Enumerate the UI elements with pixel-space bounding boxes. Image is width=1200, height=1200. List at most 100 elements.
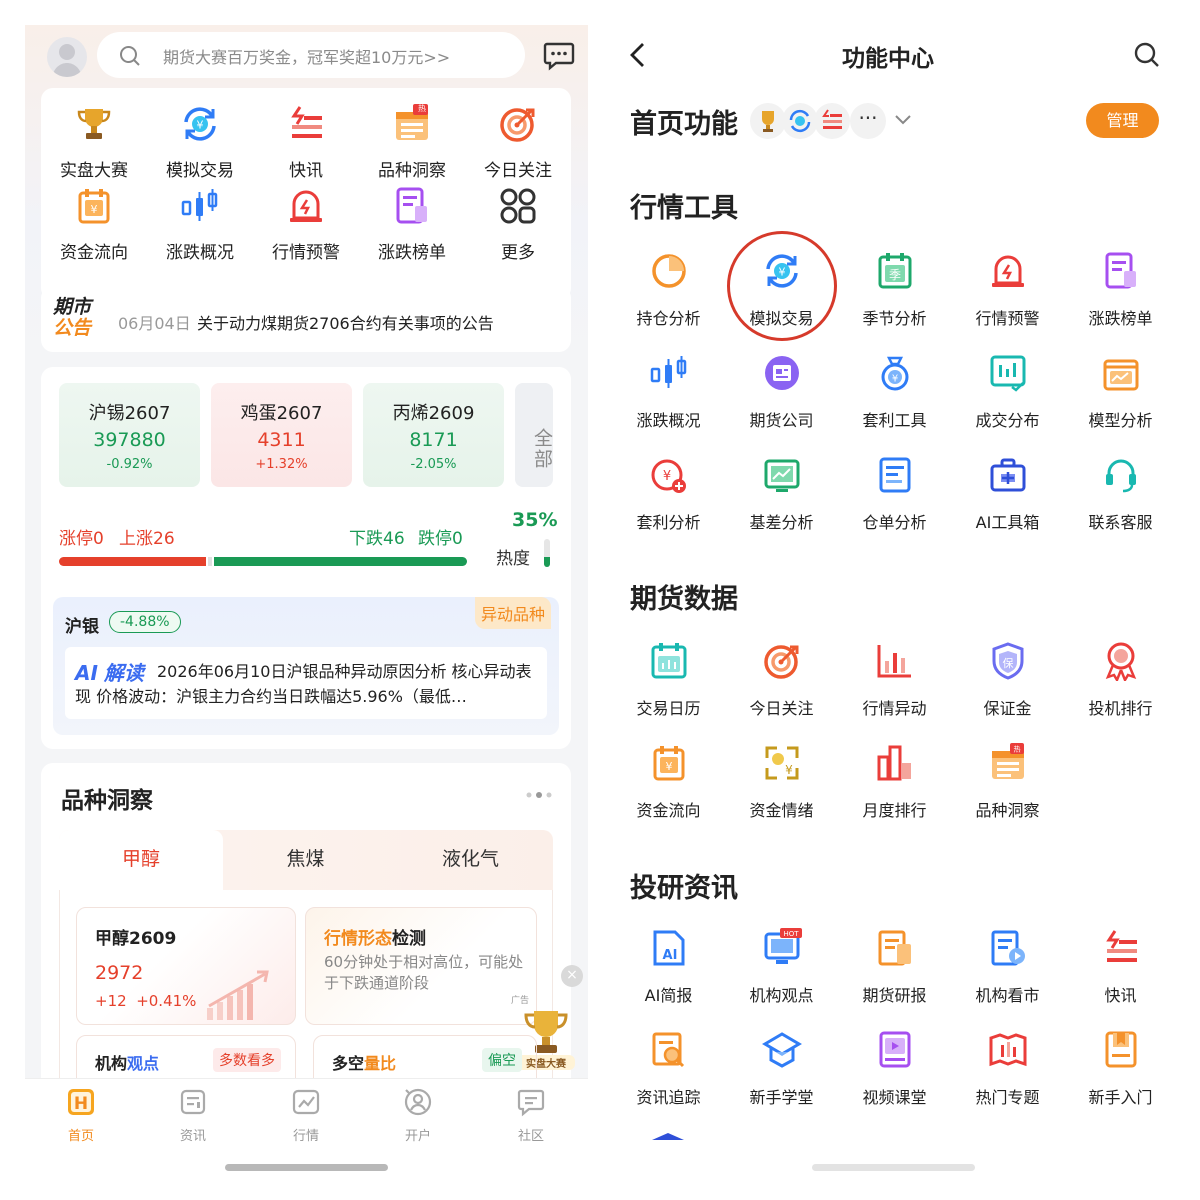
function-item[interactable]: 联系客服: [1064, 455, 1177, 533]
function-item[interactable]: AI工具箱: [951, 455, 1064, 533]
flash-news-icon: [822, 109, 842, 129]
function-item[interactable]: 季季节分析: [838, 251, 951, 329]
function-item[interactable]: 持仓分析: [612, 251, 725, 329]
quick-functions-card: 实盘大赛 ¥ 模拟交易 快讯 热 品种洞察 今日关注 ¥ 资金流向 涨跌概况 行…: [41, 88, 571, 300]
function-label: 联系客服: [1088, 513, 1153, 532]
function-item[interactable]: 机构看市: [951, 928, 1064, 1006]
close-ad-button[interactable]: ×: [561, 965, 583, 987]
svg-text:¥: ¥: [91, 203, 98, 216]
grid-item-more[interactable]: 更多: [465, 186, 571, 263]
function-item[interactable]: 交易日历: [612, 641, 725, 719]
tab-news[interactable]: 资讯: [137, 1087, 249, 1144]
function-item[interactable]: 资讯追踪: [612, 1030, 725, 1108]
notice-text: 关于动力煤期货2706合约有关事项的公告: [197, 314, 494, 333]
svg-text:¥: ¥: [891, 374, 897, 385]
function-item[interactable]: 基差分析: [725, 455, 838, 533]
svg-text:热: 热: [1013, 745, 1020, 754]
function-item[interactable]: 仓单分析: [838, 455, 951, 533]
function-item[interactable]: 行情预警: [951, 251, 1064, 329]
message-icon[interactable]: [543, 41, 575, 71]
notice-card[interactable]: 期市 公告 06月04日 关于动力煤期货2706合约有关事项的公告: [41, 286, 571, 352]
function-item[interactable]: 期货公司: [725, 353, 838, 431]
search-bar[interactable]: 期货大赛百万奖金，冠军奖超10万元>>: [97, 32, 525, 78]
function-item[interactable]: 涨跌榜单: [1064, 251, 1177, 329]
function-item[interactable]: 期货研报: [838, 928, 951, 1006]
home-screen: 期货大赛百万奖金，冠军奖超10万元>> 实盘大赛 ¥ 模拟交易 快讯 热 品种洞…: [25, 25, 588, 1175]
flash-news-icon: [1105, 930, 1137, 962]
tab-methanol[interactable]: 甲醇: [59, 830, 223, 890]
search-icon[interactable]: [1133, 41, 1161, 69]
function-item[interactable]: 新手入门: [1064, 1030, 1177, 1108]
tab-open-account[interactable]: 开户: [362, 1087, 474, 1144]
down-count: 下跌46: [349, 529, 405, 549]
anomaly-tag: 异动品种: [475, 597, 552, 629]
grid-item-alert[interactable]: 行情预警: [253, 186, 359, 263]
section-title: 品种洞察: [61, 788, 153, 814]
variety-insight-icon: 热: [991, 743, 1024, 779]
function-item[interactable]: 保保证金: [951, 641, 1064, 719]
anomaly-card[interactable]: 沪银 -4.88% 异动品种 AI 解读 2026年06月10日沪银品种异动原因分…: [53, 597, 559, 735]
more-dots-icon[interactable]: [525, 791, 555, 799]
grid-item-today-focus[interactable]: 今日关注: [465, 104, 571, 181]
ad-label: 广告: [511, 996, 530, 1006]
tab-home[interactable]: H 首页: [25, 1087, 137, 1144]
market-chart-icon: [292, 1089, 320, 1115]
insight-tabs: 甲醇 焦煤 液化气: [59, 830, 553, 890]
grid-item-fund-flow[interactable]: ¥ 资金流向: [41, 186, 147, 263]
quote-card[interactable]: 丙烯2609 8171 -2.05%: [363, 383, 504, 487]
quote-card[interactable]: 沪锡2607 397880 -0.92%: [59, 383, 200, 487]
function-item[interactable]: ¥ 套利工具: [838, 353, 951, 431]
manage-button[interactable]: 管理: [1086, 103, 1159, 138]
function-label: 保证金: [983, 699, 1032, 718]
partial-icon: [652, 1133, 684, 1140]
function-item[interactable]: 行情异动: [838, 641, 951, 719]
grid-item-flash[interactable]: 快讯: [253, 104, 359, 181]
tab-market[interactable]: 行情: [250, 1087, 362, 1144]
function-item[interactable]: ¥ 资金情绪: [725, 743, 838, 821]
function-item[interactable]: 投机排行: [1064, 641, 1177, 719]
beginner-guide-icon: [1105, 1031, 1136, 1068]
function-label: 资金情绪: [749, 801, 814, 820]
function-item[interactable]: AI AI简报: [612, 928, 725, 1006]
avatar[interactable]: [47, 37, 87, 77]
svg-text:H: H: [74, 1094, 88, 1114]
quote-card[interactable]: 鸡蛋2607 4311 +1.32%: [211, 383, 352, 487]
svg-text:保: 保: [1002, 656, 1013, 670]
grid-item-sim-trade[interactable]: ¥ 模拟交易: [147, 104, 253, 181]
function-label: 季节分析: [862, 309, 927, 328]
section-title-futures-data: 期货数据: [630, 584, 738, 615]
tab-lpg[interactable]: 液化气: [388, 830, 553, 890]
home-function-preview[interactable]: ···: [750, 103, 915, 139]
tab-coking-coal[interactable]: 焦煤: [223, 830, 388, 890]
ranking-list-icon: [1105, 252, 1136, 289]
function-item[interactable]: 热门专题: [951, 1030, 1064, 1108]
back-arrow-icon[interactable]: [628, 42, 648, 68]
function-label: AI工具箱: [975, 513, 1040, 532]
function-item[interactable]: 今日关注: [725, 641, 838, 719]
grid-item-contest[interactable]: 实盘大赛: [41, 104, 147, 181]
function-label: 成交分布: [975, 411, 1040, 430]
function-item[interactable]: ¥ 资金流向: [612, 743, 725, 821]
grid-item-ranking[interactable]: 涨跌榜单: [359, 186, 465, 263]
grid-item-updown-overview[interactable]: 涨跌概况: [147, 186, 253, 263]
function-item[interactable]: HOT 机构观点: [725, 928, 838, 1006]
trophy-icon: [77, 109, 111, 139]
function-item[interactable]: 涨跌概况: [612, 353, 725, 431]
pattern-detect-card[interactable]: 行情形态检测 60分钟处于相对高位，可能处于下跌通道阶段: [305, 907, 537, 1025]
view-all-button[interactable]: 全部: [515, 383, 553, 487]
function-item[interactable]: 热品种洞察: [951, 743, 1064, 821]
function-item[interactable]: 新手学堂: [725, 1030, 838, 1108]
function-item[interactable]: 视频课堂: [838, 1030, 951, 1108]
grid-item-insight[interactable]: 热 品种洞察: [359, 104, 465, 181]
function-label: 涨跌概况: [636, 411, 701, 430]
function-item[interactable]: 模型分析: [1064, 353, 1177, 431]
function-label: 机构观点: [749, 986, 814, 1005]
tab-community[interactable]: 社区: [475, 1087, 587, 1144]
heat-meter: [544, 539, 550, 567]
function-item[interactable]: 月度排行: [838, 743, 951, 821]
anomaly-name: 沪银: [65, 617, 99, 637]
function-item[interactable]: ¥ 套利分析: [612, 455, 725, 533]
function-item[interactable]: 成交分布: [951, 353, 1064, 431]
function-item[interactable]: 快讯: [1064, 928, 1177, 1006]
price-card[interactable]: 甲醇2609 2972 +12 +0.41%: [76, 907, 296, 1025]
